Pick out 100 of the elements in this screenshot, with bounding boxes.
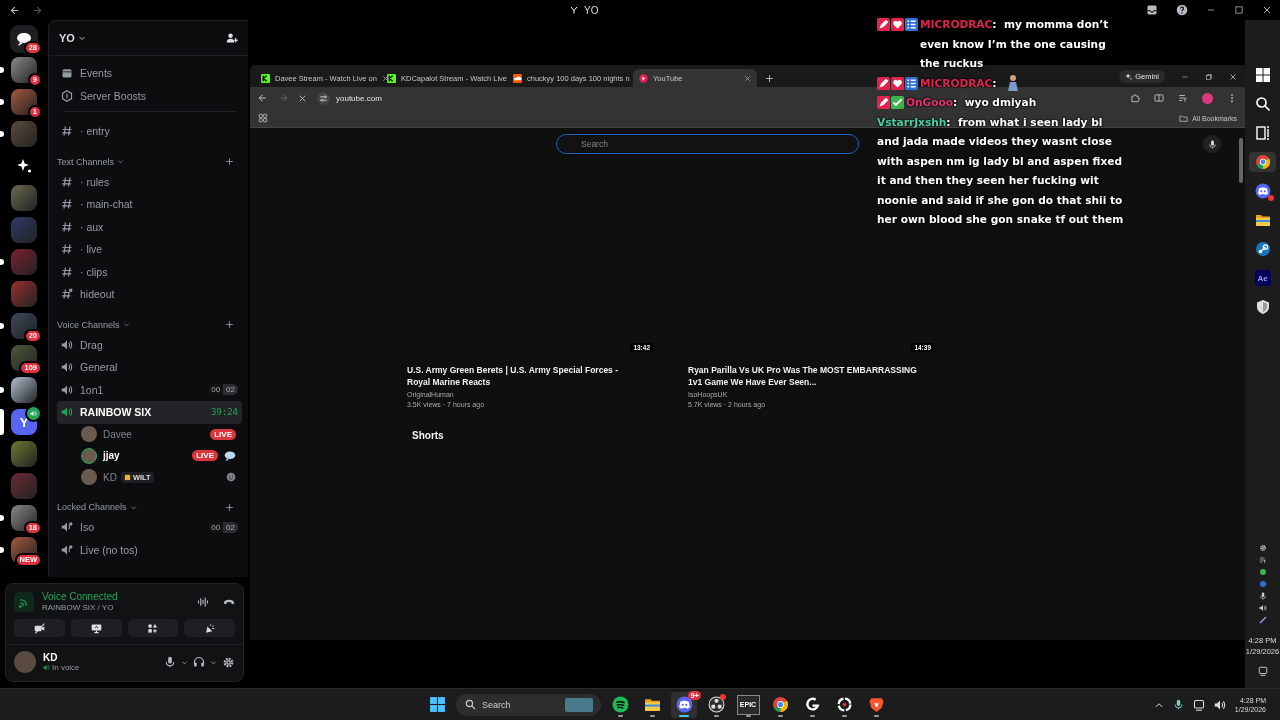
forward-arrow-icon[interactable] <box>31 4 42 16</box>
microphone-icon[interactable] <box>1207 139 1217 149</box>
channel-item[interactable]: hideout <box>57 283 242 306</box>
chevron-down-icon[interactable] <box>77 34 86 42</box>
channel-item[interactable]: Live (no tos) <box>57 538 242 561</box>
browser-icon[interactable] <box>1249 152 1276 172</box>
extensions-icon[interactable] <box>1130 93 1140 103</box>
user-name[interactable]: KD <box>103 471 117 483</box>
chat-message: MICRODRAC: <box>920 75 997 91</box>
boost-gem-icon <box>61 89 73 102</box>
camera-off-button[interactable] <box>14 619 65 637</box>
site-settings-icon[interactable] <box>317 91 330 105</box>
network-icon[interactable] <box>1192 698 1205 711</box>
screen-share-button[interactable] <box>70 619 122 637</box>
category-header[interactable]: Text Channels <box>57 156 115 167</box>
invite-user-icon[interactable] <box>226 32 238 44</box>
channel-item[interactable]: 1on1 00 02 <box>57 378 242 401</box>
camera-off-icon <box>33 622 45 634</box>
chat-bubble-icon <box>224 449 236 462</box>
voice-location[interactable]: RAINBOW SIX / YO <box>42 603 189 612</box>
hash-icon <box>61 243 73 256</box>
windows-logo-icon[interactable] <box>428 696 446 713</box>
channel-item[interactable]: · main-chat <box>57 193 242 216</box>
maximize-icon[interactable] <box>1234 5 1244 15</box>
alert-dot <box>720 693 726 700</box>
channel-item[interactable]: Drag <box>57 333 242 356</box>
add-channel-icon[interactable] <box>225 502 234 512</box>
apps-grid-icon[interactable] <box>258 113 268 123</box>
help-icon[interactable] <box>1176 4 1188 16</box>
user-name[interactable]: Davee <box>103 428 132 440</box>
profile-avatar[interactable] <box>1202 92 1213 104</box>
restore-icon[interactable] <box>1205 72 1213 81</box>
hash-icon <box>61 220 73 233</box>
add-channel-icon[interactable] <box>225 320 234 329</box>
channel-item[interactable]: · aux <box>57 215 242 238</box>
back-arrow-icon[interactable] <box>10 4 21 16</box>
notifications-icon[interactable] <box>1257 666 1268 676</box>
settings-icon[interactable] <box>222 655 235 669</box>
add-channel-icon[interactable] <box>225 157 234 166</box>
scrollbar-thumb[interactable] <box>1239 138 1243 183</box>
waveform-icon[interactable] <box>197 595 209 608</box>
soundboard-button[interactable] <box>184 619 235 637</box>
back-icon[interactable] <box>258 93 268 103</box>
chevron-down-icon <box>117 158 125 165</box>
hash-icon <box>61 125 73 138</box>
list-badge-icon <box>905 18 918 31</box>
server-avatar <box>11 121 37 147</box>
media-icon[interactable] <box>1178 93 1188 103</box>
close-icon[interactable] <box>1229 72 1237 81</box>
category-header[interactable]: Locked Channels <box>57 502 127 512</box>
close-icon[interactable] <box>1262 5 1272 15</box>
hash-icon <box>61 198 73 211</box>
video-title[interactable]: Ryan Parilla Vs UK Pro Was The MOST EMBARRASSING 1v1 Game We Have Ever Seen... <box>688 364 923 388</box>
speaker-icon <box>30 410 37 417</box>
speaker-icon[interactable] <box>1258 604 1267 612</box>
stop-icon[interactable] <box>298 93 307 103</box>
headphones-icon[interactable] <box>193 656 205 668</box>
tray-icon[interactable] <box>1258 544 1267 552</box>
user-name: KD <box>43 652 59 663</box>
alert-dot <box>1268 195 1274 201</box>
microphone-icon[interactable] <box>1258 592 1267 600</box>
speaker-icon <box>61 406 73 419</box>
activities-button[interactable] <box>127 619 179 637</box>
microphone-icon[interactable] <box>164 656 176 668</box>
server-avatar <box>11 377 37 403</box>
channel-item[interactable]: · rules <box>57 170 242 193</box>
server-avatar <box>11 217 37 243</box>
category-header[interactable]: Voice Channels <box>57 319 120 330</box>
server-name[interactable]: YO <box>59 32 75 44</box>
inbox-icon[interactable] <box>1146 4 1158 16</box>
channel-item[interactable]: General <box>57 356 242 379</box>
volume-icon[interactable] <box>1213 698 1226 711</box>
new-tab-icon[interactable] <box>765 74 774 83</box>
sidebar-link[interactable]: Events <box>57 62 242 85</box>
server-icon <box>570 6 578 14</box>
channel-item[interactable]: · clips <box>57 260 242 283</box>
channel-item[interactable]: Iso 00 02 <box>57 516 242 539</box>
sidebar-link[interactable]: Server Boosts <box>57 84 242 107</box>
speaker-icon <box>61 383 73 396</box>
user-name[interactable]: jjay <box>103 450 120 462</box>
sparkle-icon[interactable] <box>1125 73 1133 80</box>
server-avatar <box>11 473 37 499</box>
video-title[interactable]: U.S. Army Green Berets | U.S. Army Special Forces - Royal Marine Reacts <box>407 364 642 388</box>
search-field[interactable]: Search <box>556 134 859 154</box>
unread-indicator <box>0 515 4 521</box>
close-icon[interactable] <box>381 74 389 82</box>
play-logo-icon <box>639 73 648 83</box>
channel-item[interactable]: · live <box>57 238 242 261</box>
k-logo-icon <box>261 73 270 83</box>
channel-item[interactable]: RAINBOW SIX 39:24 <box>57 401 242 424</box>
sparkles-icon <box>16 158 32 174</box>
server-button[interactable]: Y <box>0 409 48 435</box>
channel-item[interactable]: · entry <box>57 120 242 143</box>
address-field[interactable]: youtube.com <box>336 93 382 103</box>
tray-icon[interactable] <box>1258 556 1267 564</box>
tray-icon[interactable] <box>1258 616 1267 624</box>
split-view-icon[interactable] <box>1154 93 1164 103</box>
unread-indicator <box>0 99 4 105</box>
unread-indicator <box>0 67 4 73</box>
microphone-icon[interactable] <box>1172 699 1184 710</box>
